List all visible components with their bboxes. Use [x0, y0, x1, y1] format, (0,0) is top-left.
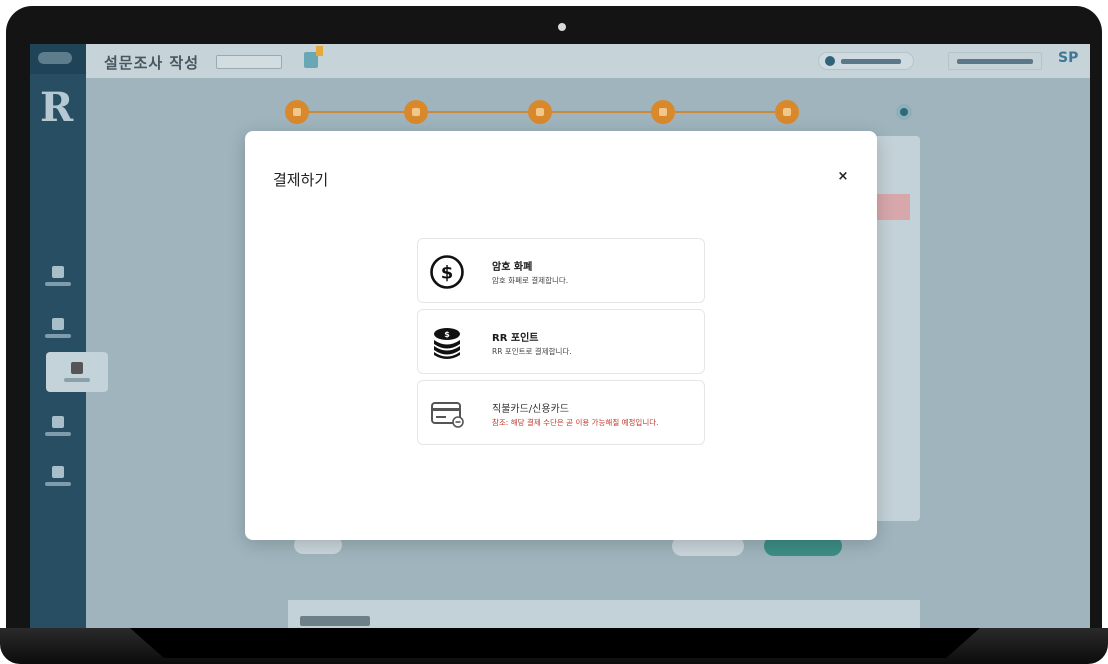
laptop-frame: R 설문조사 작성 SP 결제하기 × $ 암호 화폐 암호 화폐로 결제합니다…	[0, 0, 1108, 664]
laptop-hinge	[130, 628, 980, 658]
step-1[interactable]	[285, 100, 309, 124]
step-2[interactable]	[404, 100, 428, 124]
option-name: RR 포인트	[492, 333, 539, 344]
sidebar-item-results[interactable]	[30, 406, 86, 446]
payment-modal: 결제하기 × $ 암호 화폐 암호 화폐로 결제합니다. $ RR 포인트 RR…	[245, 131, 877, 540]
sidebar-item-label	[45, 482, 71, 486]
sidebar-item-folder[interactable]	[30, 308, 86, 348]
sidebar-item-label	[45, 432, 71, 436]
folder-icon	[52, 318, 64, 330]
dollar-circle-icon: $	[428, 253, 466, 291]
pencil-icon	[71, 362, 83, 374]
option-name: 직불카드/신용카드	[492, 404, 569, 415]
user-menu[interactable]	[948, 52, 1042, 70]
payment-option-crypto[interactable]: $ 암호 화폐 암호 화폐로 결제합니다.	[417, 238, 705, 303]
payment-option-card[interactable]: 직불카드/신용카드 참조: 해당 결제 수단은 곧 이용 가능해질 예정입니다.	[417, 380, 705, 445]
app-header: 설문조사 작성 SP	[86, 44, 1090, 78]
user-label	[957, 59, 1033, 64]
bottom-card-title	[300, 616, 370, 626]
page-title: 설문조사 작성	[104, 54, 200, 72]
step-4[interactable]	[651, 100, 675, 124]
sidebar-item-label	[45, 282, 71, 286]
sidebar-top	[30, 44, 86, 74]
svg-text:$: $	[441, 263, 454, 284]
buy-points-button[interactable]	[818, 52, 914, 70]
header-chip[interactable]	[216, 55, 282, 69]
avatar[interactable]: SP	[1058, 50, 1078, 66]
sidebar-item-label	[45, 334, 71, 338]
option-description: RR 포인트로 결제합니다.	[492, 347, 572, 356]
sidebar-item-home[interactable]	[30, 256, 86, 296]
document-icon[interactable]	[304, 46, 323, 68]
bottom-card	[288, 600, 920, 628]
app-sidebar: R	[30, 44, 108, 628]
alert-strip	[876, 194, 910, 220]
screen: R 설문조사 작성 SP 결제하기 × $ 암호 화폐 암호 화폐로 결제합니다…	[30, 44, 1090, 628]
modal-title: 결제하기	[273, 171, 329, 189]
sidebar-badge[interactable]	[38, 52, 72, 64]
sidebar-item-survey-write[interactable]	[46, 352, 108, 392]
svg-text:$: $	[444, 330, 450, 339]
coin-icon	[825, 56, 835, 66]
chart-icon	[52, 416, 64, 428]
option-warning: 참조: 해당 결제 수단은 곧 이용 가능해질 예정입니다.	[492, 418, 659, 427]
settings-icon[interactable]	[896, 104, 912, 120]
option-description: 암호 화폐로 결제합니다.	[492, 276, 569, 285]
step-5[interactable]	[775, 100, 799, 124]
payment-option-rr-points[interactable]: $ RR 포인트 RR 포인트로 결제합니다.	[417, 309, 705, 374]
close-icon[interactable]: ×	[835, 169, 851, 185]
home-icon	[52, 266, 64, 278]
progress-stepper	[285, 100, 805, 124]
webcam	[558, 23, 566, 31]
sidebar-item-label	[64, 378, 90, 382]
coin-stack-icon: $	[428, 324, 466, 362]
credit-card-icon	[428, 395, 466, 433]
step-3[interactable]	[528, 100, 552, 124]
sidebar-item-help[interactable]	[30, 456, 86, 496]
option-name: 암호 화폐	[492, 262, 533, 273]
doc-icon	[52, 466, 64, 478]
buy-points-label	[841, 59, 901, 64]
payment-options: $ 암호 화폐 암호 화폐로 결제합니다. $ RR 포인트 RR 포인트로 결…	[417, 238, 705, 451]
app-logo: R	[40, 84, 74, 131]
